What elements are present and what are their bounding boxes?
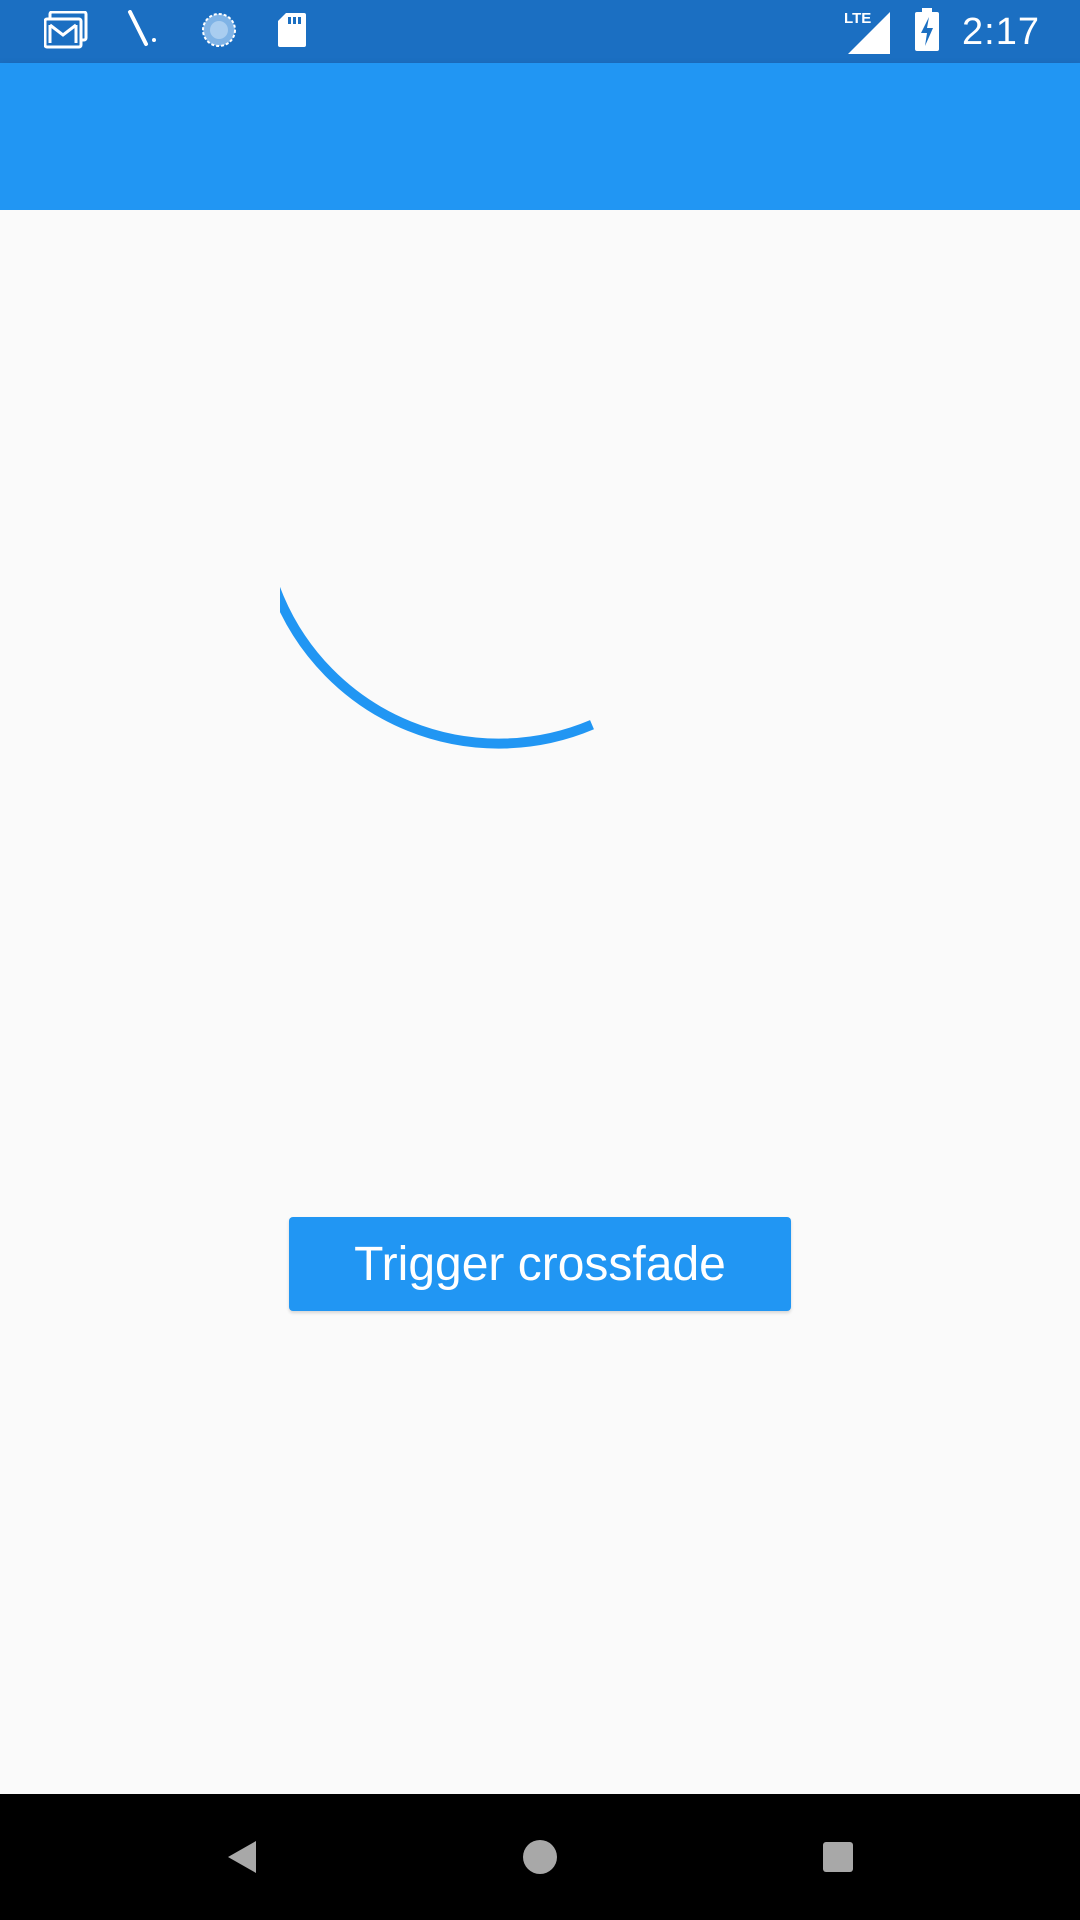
signal-icon: LTE	[844, 8, 892, 56]
spinner-arc	[280, 586, 594, 749]
sync-icon	[200, 11, 238, 54]
gmail-icon	[43, 10, 88, 54]
status-right-icons: LTE 2:17	[844, 7, 1040, 57]
trigger-crossfade-button[interactable]: Trigger crossfade	[289, 1217, 791, 1311]
loading-spinner	[280, 586, 594, 749]
recents-button[interactable]	[803, 1822, 873, 1892]
recents-icon	[823, 1842, 853, 1872]
app-bar	[0, 63, 1080, 210]
home-icon	[523, 1840, 557, 1874]
pen-icon	[126, 9, 162, 55]
status-time: 2:17	[962, 10, 1040, 53]
sd-card-icon	[276, 11, 308, 54]
navigation-bar	[0, 1794, 1080, 1920]
battery-charging-icon	[914, 7, 940, 57]
screen: LTE 2:17 Trigger crossfade	[0, 0, 1080, 1920]
home-button[interactable]	[505, 1822, 575, 1892]
back-icon	[228, 1841, 256, 1873]
status-bar: LTE 2:17	[0, 0, 1080, 63]
back-button[interactable]	[207, 1822, 277, 1892]
status-left-icons	[43, 9, 308, 55]
